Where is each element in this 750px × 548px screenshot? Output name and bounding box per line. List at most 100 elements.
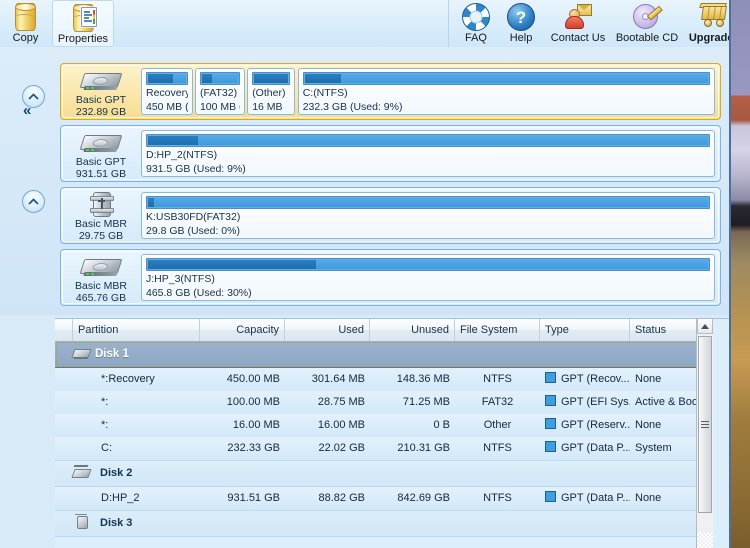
cell-partition: *: xyxy=(73,414,200,437)
table-col-capacity[interactable]: Capacity xyxy=(200,319,285,341)
disk-map-row-1[interactable]: Basic GPT 232.89 GB Recovery(NTF 450 MB … xyxy=(60,63,721,120)
cell-file-system: NTFS xyxy=(455,368,540,391)
table-row[interactable]: *:Recovery 450.00 MB 301.64 MB 148.36 MB… xyxy=(55,368,713,391)
hard-disk-icon xyxy=(82,131,120,153)
partition-block-efi[interactable]: (FAT32) 100 MB (Used: xyxy=(195,68,245,115)
main-toolbar: Copy Properties FAQ ? Help xyxy=(0,0,729,47)
app-root: Copy Properties FAQ ? Help xyxy=(0,0,750,548)
toolbar-label-bootable-cd: Bootable CD xyxy=(616,32,678,44)
table-group-header-disk-2[interactable]: Disk 2 xyxy=(55,461,713,487)
disk-info-4: Basic MBR 465.76 GB xyxy=(65,253,137,304)
table-group-label: Disk 1 xyxy=(95,341,129,367)
table-col-unused[interactable]: Unused xyxy=(370,319,455,341)
table-col-used[interactable]: Used xyxy=(285,319,370,341)
toolbar-label-faq: FAQ xyxy=(465,32,487,44)
toolbar-button-faq[interactable]: FAQ xyxy=(455,0,497,48)
partition-block-recovery[interactable]: Recovery(NTF 450 MB (Used: xyxy=(141,68,193,115)
scrollbar-grip-icon xyxy=(701,421,709,428)
toolbar-button-upgrade[interactable]: Upgrade! xyxy=(684,0,731,48)
disk-size-label-2: 931.51 GB xyxy=(65,168,137,180)
disk-cylinder-icon xyxy=(11,1,41,31)
cell-type: GPT (Data P... xyxy=(540,437,630,460)
table-row[interactable]: *: 100.00 MB 28.75 MB 71.25 MB FAT32 GPT… xyxy=(55,391,713,414)
table-group-header-disk-3[interactable]: Disk 3 xyxy=(55,511,713,537)
partition-info: 931.5 GB (Used: 9%) xyxy=(146,163,710,175)
table-group-header-disk-1[interactable]: Disk 1 xyxy=(55,341,713,368)
scrollbar-track-bottom[interactable] xyxy=(697,532,713,548)
table-row[interactable]: D:HP_2 931.51 GB 88.82 GB 842.69 GB NTFS… xyxy=(55,487,713,511)
disk-partitions-3: K:USB30FD(FAT32) 29.8 GB (Used: 0%) xyxy=(141,192,715,239)
toolbar-button-copy[interactable]: Copy xyxy=(2,0,49,48)
partition-usage-bar xyxy=(146,134,710,147)
table-row[interactable]: C: 232.33 GB 22.02 GB 210.31 GB NTFS GPT… xyxy=(55,437,713,461)
cell-capacity: 100.00 MB xyxy=(200,391,285,414)
cell-unused: 148.36 MB xyxy=(370,368,455,391)
scrollbar-thumb[interactable] xyxy=(698,336,712,513)
cell-used: 88.82 GB xyxy=(285,487,370,510)
type-color-swatch xyxy=(545,441,556,452)
cell-type: GPT (Data P... xyxy=(540,487,630,510)
partition-block-d-hp2[interactable]: D:HP_2(NTFS) 931.5 GB (Used: 9%) xyxy=(141,130,715,177)
partition-info: 450 MB (Used: xyxy=(146,101,188,113)
type-color-swatch xyxy=(545,395,556,406)
cell-used: 28.75 MB xyxy=(285,391,370,414)
partition-info: 465.8 GB (Used: 30%) xyxy=(146,287,710,299)
partition-info: 29.8 GB (Used: 0%) xyxy=(146,225,710,237)
partition-block-j-hp3[interactable]: J:HP_3(NTFS) 465.8 GB (Used: 30%) xyxy=(141,254,715,301)
scroll-up-button[interactable] xyxy=(697,318,713,334)
partition-block-k-usb30fd[interactable]: K:USB30FD(FAT32) 29.8 GB (Used: 0%) xyxy=(141,192,715,239)
cell-capacity: 450.00 MB xyxy=(200,368,285,391)
table-group-label: Disk 2 xyxy=(95,461,295,486)
disk-map-row-2[interactable]: Basic GPT 931.51 GB D:HP_2(NTFS) 931.5 G… xyxy=(60,125,721,182)
lifebuoy-icon xyxy=(461,1,491,31)
hard-disk-icon xyxy=(82,255,120,277)
table-row[interactable]: *: 16.00 MB 16.00 MB 0 B Other GPT (Rese… xyxy=(55,414,713,437)
table-col-partition[interactable]: Partition xyxy=(73,319,200,341)
partition-info: 100 MB (Used: xyxy=(200,101,240,113)
cell-partition: *: xyxy=(73,391,200,414)
table-col-type[interactable]: Type xyxy=(540,319,630,341)
toolbar-label-upgrade: Upgrade! xyxy=(689,32,731,44)
disk-map-row-3[interactable]: Basic MBR 29.75 GB K:USB30FD(FAT32) 29.8… xyxy=(60,187,721,244)
toolbar-separator xyxy=(448,0,449,47)
chevron-up-icon xyxy=(28,93,39,100)
toolbar-button-properties[interactable]: Properties xyxy=(52,0,114,47)
usb-drive-icon xyxy=(82,192,120,216)
cell-unused: 71.25 MB xyxy=(370,391,455,414)
shopping-cart-icon xyxy=(698,1,728,31)
toolbar-label-contact-us: Contact Us xyxy=(551,32,605,44)
question-mark-icon: ? xyxy=(506,1,536,31)
cell-file-system: NTFS xyxy=(455,487,540,510)
cell-type: GPT (Recov... xyxy=(540,368,630,391)
cell-unused: 210.31 GB xyxy=(370,437,455,460)
toolbar-button-bootable-cd[interactable]: Bootable CD xyxy=(612,0,682,48)
partition-name: Recovery(NTF xyxy=(146,87,188,99)
partition-usage-bar xyxy=(303,72,710,85)
table-col-file-system[interactable]: File System xyxy=(455,319,540,341)
table-group-label: Disk 3 xyxy=(95,511,295,536)
collapse-rail xyxy=(20,99,48,359)
toolbar-button-help[interactable]: ? Help xyxy=(500,0,542,48)
disk-properties-icon xyxy=(68,2,98,32)
table-body: Disk 1 *:Recovery 450.00 MB 301.64 MB 14… xyxy=(55,341,713,548)
partition-name: K:USB30FD(FAT32) xyxy=(146,211,710,223)
cell-file-system: Other xyxy=(455,414,540,437)
cell-capacity: 931.51 GB xyxy=(200,487,285,510)
collapse-up-button-2[interactable] xyxy=(22,190,45,213)
contact-envelope-icon xyxy=(563,1,593,31)
toolbar-label-help: Help xyxy=(510,32,533,44)
disk-map-panel: « Basic GPT 232.89 GB xyxy=(0,47,729,315)
disk-map-row-4[interactable]: Basic MBR 465.76 GB J:HP_3(NTFS) 465.8 G… xyxy=(60,249,721,306)
table-vertical-scrollbar[interactable] xyxy=(696,318,713,548)
toolbar-button-contact-us[interactable]: Contact Us xyxy=(545,0,611,48)
collapse-up-button-1[interactable] xyxy=(22,85,45,108)
disk-size-label-3: 29.75 GB xyxy=(65,230,137,242)
partition-block-reserved[interactable]: (Other) 16 MB xyxy=(247,68,295,115)
disk-partitions-4: J:HP_3(NTFS) 465.8 GB (Used: 30%) xyxy=(141,254,715,301)
cell-capacity: 232.33 GB xyxy=(200,437,285,460)
partition-name: C:(NTFS) xyxy=(303,87,710,99)
cell-type: GPT (EFI Sys... xyxy=(540,391,630,414)
partition-info: 232.3 GB (Used: 9%) xyxy=(303,101,710,113)
partition-block-c[interactable]: C:(NTFS) 232.3 GB (Used: 9%) xyxy=(298,68,715,115)
cell-type: GPT (Reserv... xyxy=(540,414,630,437)
